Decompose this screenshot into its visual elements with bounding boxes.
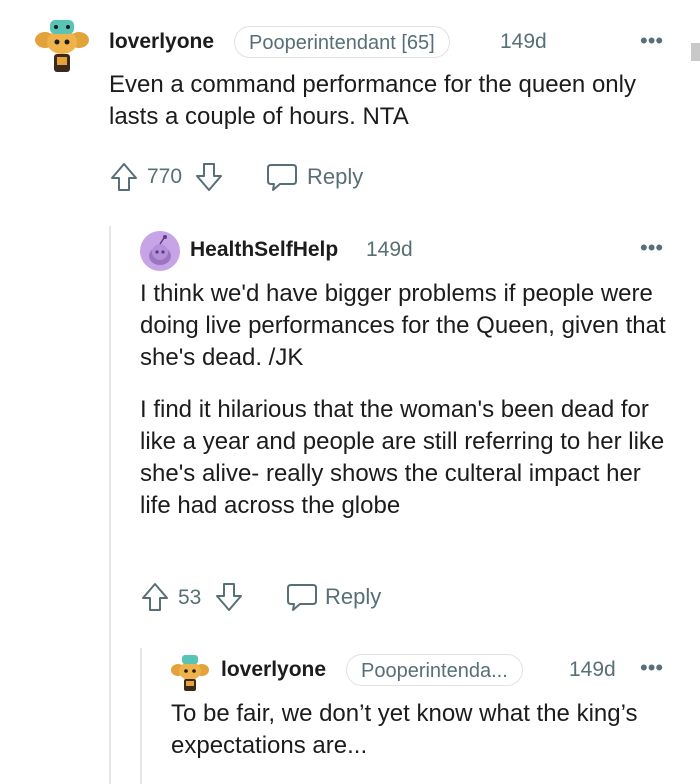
comment-paragraph: I find it hilarious that the woman's bee… — [140, 396, 665, 519]
downvote-icon — [216, 583, 242, 611]
comment-author[interactable]: loverlyone — [221, 658, 326, 682]
avatar[interactable] — [34, 14, 90, 74]
downvote-icon — [196, 163, 222, 191]
comment-time: 149d — [569, 658, 616, 681]
comment-bubble-icon — [267, 164, 297, 191]
snoo-avatar-icon — [171, 655, 209, 691]
snoo-avatar-icon — [35, 20, 89, 72]
upvote-icon — [142, 583, 168, 611]
user-flair: Pooperintendant [65] — [234, 26, 450, 58]
comment-bubble-icon — [287, 584, 317, 611]
user-flair: Pooperintenda... — [346, 654, 523, 686]
more-options-icon[interactable]: ••• — [640, 237, 663, 259]
avatar[interactable] — [140, 231, 180, 271]
downvote-button[interactable] — [214, 581, 244, 613]
avatar[interactable] — [170, 652, 210, 692]
vote-count: 53 — [178, 586, 202, 609]
comment-body: I think we'd have bigger problems if peo… — [140, 278, 675, 522]
reply-button[interactable]: Reply — [266, 160, 376, 194]
snoo-avatar-icon — [140, 231, 180, 271]
comment-paragraph: To be fair, we don’t yet know what the k… — [171, 700, 638, 759]
comment-time: 149d — [500, 30, 547, 53]
comment-time: 149d — [366, 238, 413, 261]
downvote-button[interactable] — [194, 161, 224, 193]
more-options-icon[interactable]: ••• — [640, 657, 663, 679]
vote-count: 770 — [147, 165, 183, 188]
comment-author[interactable]: loverlyone — [109, 30, 214, 54]
reply-label: Reply — [307, 164, 364, 189]
upvote-button[interactable] — [140, 581, 170, 613]
scrollbar-thumb[interactable] — [691, 43, 700, 61]
reply-label: Reply — [325, 584, 382, 609]
reply-button[interactable]: Reply — [286, 580, 396, 614]
thread-line[interactable] — [140, 648, 142, 784]
comment-author[interactable]: HealthSelfHelp — [190, 238, 338, 262]
comment-paragraph: Even a command performance for the queen… — [109, 71, 636, 130]
comment-body: Even a command performance for the queen… — [109, 69, 669, 133]
comment-paragraph: I think we'd have bigger problems if peo… — [140, 280, 666, 371]
comment-body: To be fair, we don’t yet know what the k… — [171, 698, 651, 762]
more-options-icon[interactable]: ••• — [640, 30, 663, 52]
thread-line[interactable] — [109, 226, 111, 784]
upvote-button[interactable] — [109, 161, 139, 193]
upvote-icon — [111, 163, 137, 191]
